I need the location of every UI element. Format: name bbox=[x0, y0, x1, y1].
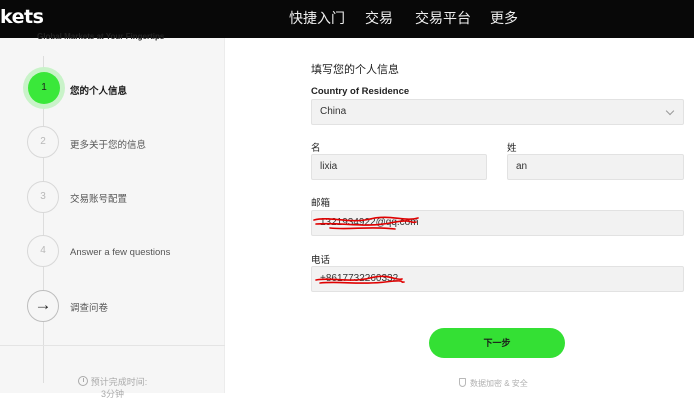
steps-connector-line bbox=[43, 56, 44, 383]
nav-item-more[interactable]: 更多 bbox=[490, 9, 518, 27]
step-5-indicator: → bbox=[27, 290, 59, 322]
first-name-input[interactable]: lixia bbox=[311, 154, 487, 180]
step-2-indicator: 2 bbox=[27, 126, 59, 158]
step-4-indicator: 4 bbox=[27, 235, 59, 267]
estimated-time-value: 3分钟 bbox=[100, 389, 124, 399]
last-name-input[interactable]: an bbox=[507, 154, 684, 180]
step-5-label: 调查问卷 bbox=[70, 303, 109, 314]
clock-icon bbox=[77, 376, 88, 386]
progress-sidebar: Global Markets at Your Fingertips 1 您的个人… bbox=[0, 32, 225, 399]
chevron-down-icon bbox=[665, 106, 675, 116]
nav-item-trading[interactable]: 交易 bbox=[365, 9, 393, 27]
nav-item-platforms[interactable]: 交易平台 bbox=[415, 9, 471, 27]
nav-item-quick-start[interactable]: 快捷入门 bbox=[289, 9, 345, 27]
step-4-label: Answer a few questions bbox=[70, 247, 171, 258]
shield-icon bbox=[459, 378, 466, 387]
security-note: 数据加密 & 安全 bbox=[459, 378, 528, 389]
security-note-text: 数据加密 & 安全 bbox=[470, 379, 528, 388]
brand-logo[interactable]: kets bbox=[0, 6, 44, 28]
arrow-right-icon: → bbox=[34, 295, 52, 314]
brand-tagline: Global Markets at Your Fingertips bbox=[37, 32, 165, 41]
form-title: 填写您的个人信息 bbox=[311, 64, 399, 76]
phone-input[interactable]: +8617732260332 bbox=[311, 266, 684, 292]
estimated-time-label: 预计完成时间: bbox=[90, 377, 148, 387]
email-label: 邮箱 bbox=[311, 198, 331, 209]
email-input[interactable]: 1321934922@qq.com bbox=[311, 210, 684, 236]
first-name-label: 名 bbox=[311, 143, 321, 154]
step-2-label: 更多关于您的信息 bbox=[70, 140, 147, 151]
last-name-label: 姓 bbox=[507, 143, 517, 154]
country-value: China bbox=[320, 106, 347, 117]
sidebar-divider bbox=[0, 345, 225, 346]
step-3-indicator: 3 bbox=[27, 181, 59, 213]
step-1-label: 您的个人信息 bbox=[70, 86, 128, 97]
phone-label: 电话 bbox=[311, 255, 331, 266]
country-select[interactable]: China bbox=[311, 99, 684, 125]
step-3-label: 交易账号配置 bbox=[70, 194, 128, 205]
step-1-indicator: 1 bbox=[28, 72, 60, 104]
next-step-button[interactable]: 下一步 bbox=[429, 328, 565, 358]
country-label: Country of Residence bbox=[311, 86, 410, 97]
